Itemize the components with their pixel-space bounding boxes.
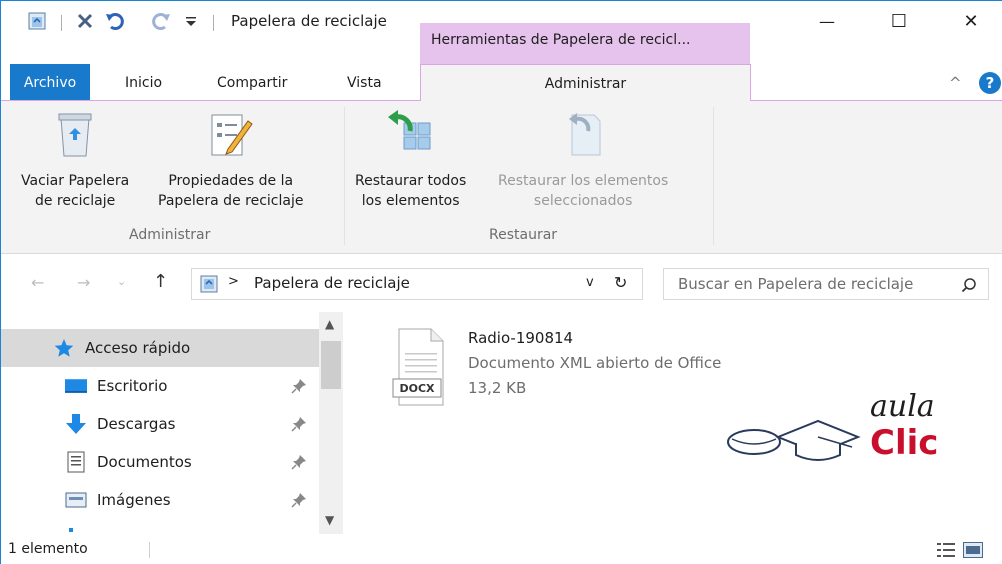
pin-icon[interactable] bbox=[291, 492, 307, 508]
search-input[interactable]: Buscar en Papelera de reciclaje bbox=[678, 275, 913, 293]
docx-file-icon bbox=[392, 328, 444, 406]
maximize-button[interactable]: ☐ bbox=[863, 1, 935, 42]
undo-icon[interactable] bbox=[105, 12, 125, 30]
status-separator bbox=[149, 542, 150, 558]
recycle-bin-properties-label-2: Papelera de reciclaje bbox=[158, 193, 304, 209]
details-view-icon[interactable] bbox=[937, 543, 955, 557]
restore-selected-label-2: seleccionados bbox=[533, 193, 633, 209]
ribbon-tabs: Archivo Inicio Compartir Vista Administr… bbox=[1, 64, 1002, 102]
help-glyph: ? bbox=[985, 74, 995, 92]
nav-item-escritorio[interactable]: Escritorio bbox=[1, 367, 319, 405]
context-tab-title: Herramientas de Papelera de recicl... bbox=[431, 32, 691, 48]
tab-archivo[interactable]: Archivo bbox=[10, 64, 90, 101]
recent-locations-icon[interactable]: ⌄ bbox=[117, 275, 126, 288]
pin-icon[interactable] bbox=[291, 454, 307, 470]
tab-inicio[interactable]: Inicio bbox=[125, 64, 162, 101]
scroll-up-icon[interactable]: ▲ bbox=[325, 317, 334, 331]
recycle-bin-icon[interactable] bbox=[27, 12, 47, 30]
tab-administrar[interactable]: Administrar bbox=[420, 64, 751, 102]
customize-dropdown-icon[interactable] bbox=[181, 12, 201, 30]
empty-recycle-bin-icon bbox=[49, 107, 101, 161]
group-label-administrar: Administrar bbox=[129, 227, 211, 243]
aulaclic-logo: aula Clic bbox=[726, 389, 956, 469]
tab-vista[interactable]: Vista bbox=[347, 64, 382, 101]
mouse-graduation-cap-icon bbox=[727, 419, 861, 461]
recycle-bin-properties-icon bbox=[205, 107, 257, 161]
file-name: Radio-190814 bbox=[468, 329, 574, 347]
search-box[interactable]: Buscar en Papelera de reciclaje bbox=[663, 268, 989, 300]
quick-access-star-icon bbox=[53, 337, 75, 359]
nav-item-descargas[interactable]: Descargas bbox=[1, 405, 319, 443]
nav-item-label: Escritorio bbox=[97, 377, 168, 395]
up-arrow-icon[interactable]: ↑ bbox=[153, 271, 168, 292]
empty-recycle-bin-label-1: Vaciar Papelera bbox=[21, 173, 130, 189]
downloads-icon bbox=[65, 413, 87, 435]
file-badge: DOCX bbox=[399, 382, 435, 395]
delete-icon[interactable] bbox=[75, 12, 95, 30]
empty-recycle-bin-label-2: de reciclaje bbox=[34, 193, 116, 209]
address-dropdown-icon[interactable]: v bbox=[586, 275, 594, 290]
nav-item-label: Documentos bbox=[97, 453, 192, 471]
restore-all-icon bbox=[385, 107, 437, 161]
quick-access-separator bbox=[61, 15, 62, 31]
restore-all-button[interactable]: Restaurar todos los elementos bbox=[355, 107, 466, 211]
back-arrow-icon[interactable]: ← bbox=[31, 273, 44, 292]
scrollbar-thumb[interactable] bbox=[321, 341, 341, 389]
ribbon-group-separator-2 bbox=[713, 107, 714, 245]
help-icon[interactable]: ? bbox=[979, 72, 1001, 94]
restore-selected-label-1: Restaurar los elementos bbox=[498, 173, 669, 189]
ribbon-group-separator bbox=[344, 107, 345, 245]
truncated-nav-item bbox=[69, 528, 73, 532]
group-label-restaurar: Restaurar bbox=[489, 227, 558, 243]
ribbon: Vaciar Papelera de reciclaje Propiedades… bbox=[1, 101, 1002, 254]
recycle-bin-icon bbox=[200, 275, 218, 293]
scroll-down-icon[interactable]: ▼ bbox=[325, 513, 334, 527]
pin-icon[interactable] bbox=[291, 416, 307, 432]
title-separator bbox=[213, 15, 214, 31]
tab-administrar-label: Administrar bbox=[544, 75, 627, 92]
breadcrumb-separator-icon[interactable]: > bbox=[228, 274, 239, 289]
nav-item-label: Acceso rápido bbox=[85, 339, 191, 357]
recycle-bin-properties-button[interactable]: Propiedades de la Papelera de reciclaje bbox=[158, 107, 303, 211]
close-icon: ✕ bbox=[963, 11, 979, 32]
item-count: 1 elemento bbox=[8, 541, 88, 557]
restore-all-label-1: Restaurar todos bbox=[355, 173, 467, 189]
desktop-icon bbox=[65, 375, 87, 397]
status-bar: 1 elemento bbox=[1, 534, 1002, 564]
address-bar[interactable]: > Papelera de reciclaje v ↻ bbox=[191, 268, 643, 300]
file-type: Documento XML abierto de Office bbox=[468, 354, 722, 372]
tab-compartir[interactable]: Compartir bbox=[217, 64, 287, 101]
pin-icon[interactable] bbox=[291, 378, 307, 394]
navigation-pane: Acceso rápido Escritorio Descargas Docum… bbox=[1, 312, 343, 534]
forward-arrow-icon[interactable]: → bbox=[77, 273, 90, 292]
breadcrumb[interactable]: Papelera de reciclaje bbox=[254, 274, 410, 292]
nav-item-imagenes[interactable]: Imágenes bbox=[1, 481, 319, 519]
restore-selected-button[interactable]: Restaurar los elementos seleccionados bbox=[498, 107, 668, 211]
refresh-icon[interactable]: ↻ bbox=[614, 273, 627, 292]
documents-icon bbox=[65, 451, 87, 473]
collapse-ribbon-icon[interactable]: ^ bbox=[949, 64, 962, 101]
file-size: 13,2 KB bbox=[468, 379, 527, 397]
minimize-icon: — bbox=[819, 12, 835, 31]
nav-item-label: Descargas bbox=[97, 415, 176, 433]
close-button[interactable]: ✕ bbox=[935, 1, 1002, 42]
explorer-window: Papelera de reciclaje — ☐ ✕ Herramientas… bbox=[0, 0, 1002, 564]
restore-selected-icon bbox=[557, 107, 609, 161]
maximize-icon: ☐ bbox=[890, 11, 908, 32]
large-icons-view-icon[interactable] bbox=[963, 542, 983, 558]
pictures-icon bbox=[65, 489, 87, 511]
logo-word-aula: aula bbox=[870, 389, 935, 424]
window-title: Papelera de reciclaje bbox=[231, 12, 387, 30]
nav-item-acceso-rapido[interactable]: Acceso rápido bbox=[1, 329, 319, 367]
empty-recycle-bin-button[interactable]: Vaciar Papelera de reciclaje bbox=[21, 107, 129, 211]
logo-word-clic: Clic bbox=[870, 423, 939, 463]
restore-all-label-2: los elementos bbox=[361, 193, 460, 209]
recycle-bin-properties-label-1: Propiedades de la bbox=[168, 173, 294, 189]
nav-item-label: Imágenes bbox=[97, 491, 171, 509]
nav-item-documentos[interactable]: Documentos bbox=[1, 443, 319, 481]
search-icon[interactable] bbox=[961, 277, 977, 293]
minimize-button[interactable]: — bbox=[791, 1, 863, 42]
redo-icon[interactable] bbox=[151, 12, 171, 30]
